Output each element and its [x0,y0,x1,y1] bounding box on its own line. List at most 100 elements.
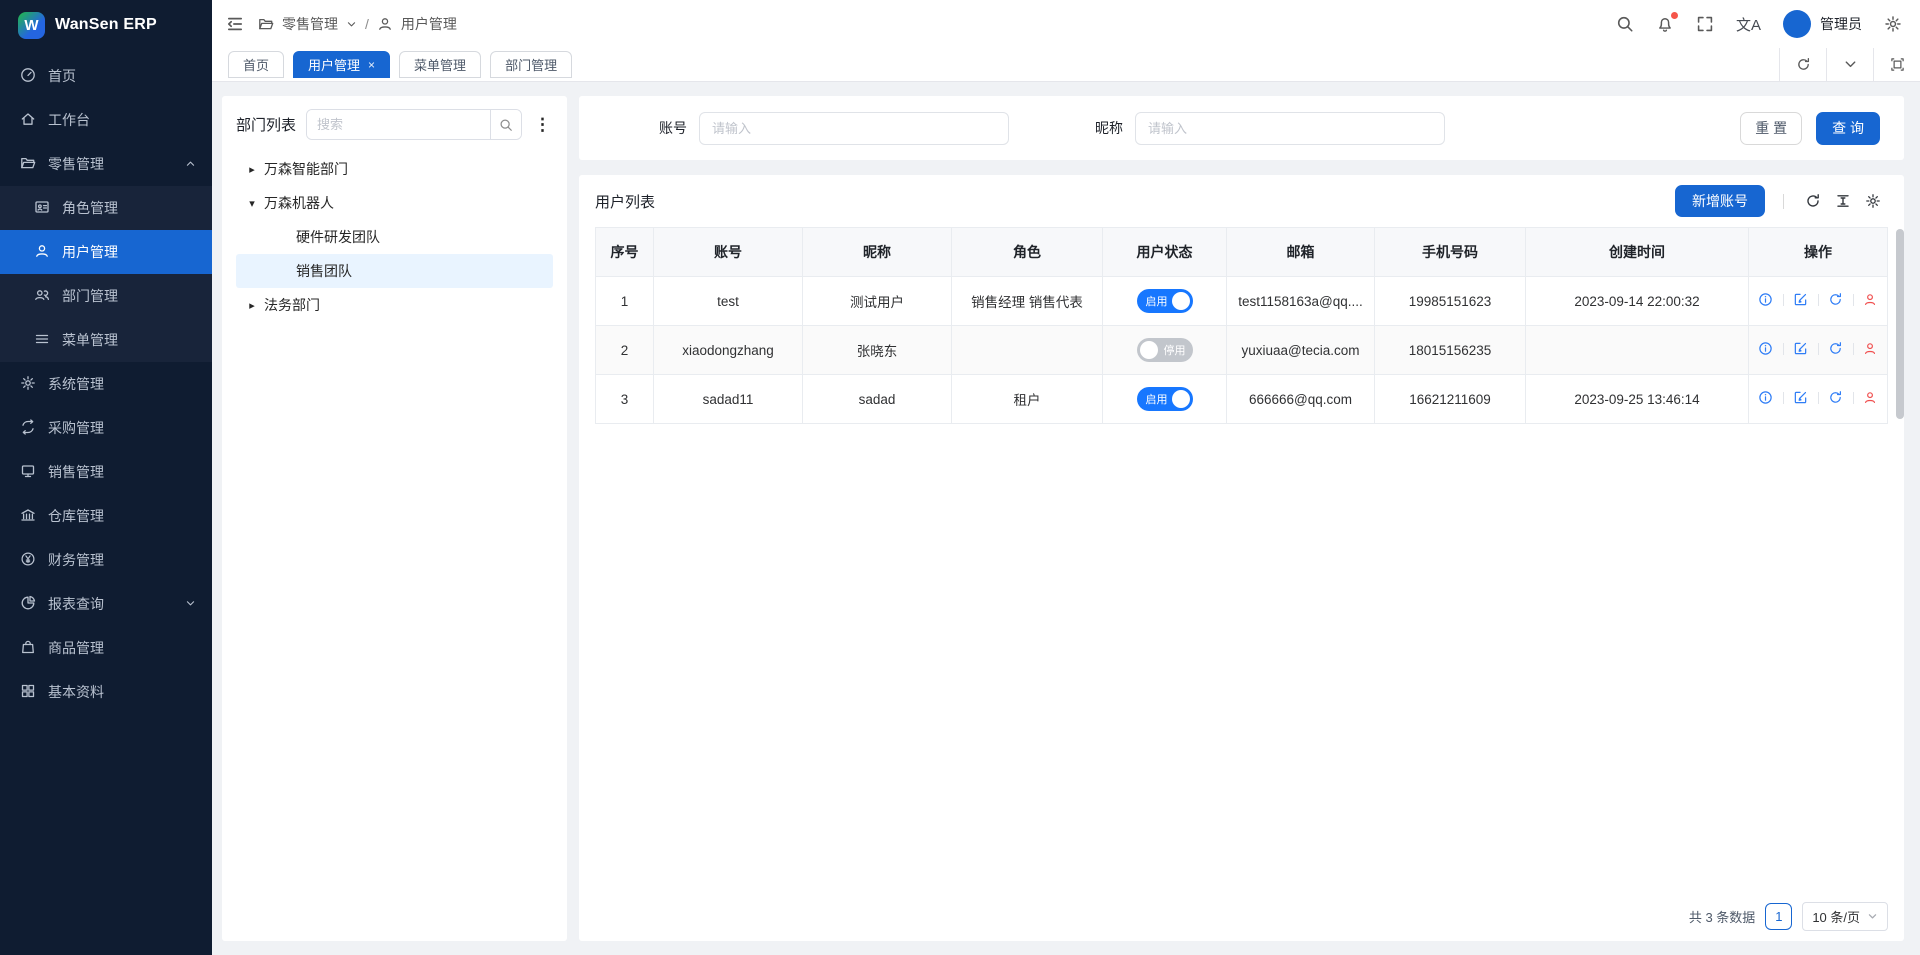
nickname-input[interactable] [1135,112,1445,145]
info-icon[interactable] [1758,292,1774,308]
sidebar-item-label: 零售管理 [48,154,104,174]
toggle-label: 启用 [1146,391,1168,407]
breadcrumb: 零售管理 / 用户管理 [258,14,457,34]
sidebar-item-workbench[interactable]: 工作台 [0,98,212,142]
cell-status: 停用 [1103,326,1227,375]
user-chip[interactable]: 管理员 [1783,10,1862,38]
edit-icon[interactable] [1793,341,1809,357]
maximize-icon[interactable] [1873,48,1920,81]
user-icon [34,243,50,262]
sidebar-item-finance-mgmt[interactable]: 财务管理 [0,538,212,582]
department-search-button[interactable] [490,110,521,139]
account-input[interactable] [699,112,1009,145]
kebab-menu-icon[interactable]: ⋮ [532,114,553,135]
tree-item[interactable]: 硬件研发团队 [236,220,553,254]
reset-password-icon[interactable] [1828,390,1844,406]
tree-expand-icon[interactable]: ▸ [242,163,262,176]
department-search [306,109,522,140]
sidebar-item-basic-data[interactable]: 基本资料 [0,670,212,714]
table-header-row: 序号 账号 昵称 角色 用户状态 邮箱 手机号码 创建时间 操作 [596,228,1888,277]
gauge-icon [20,67,36,86]
department-search-input[interactable] [307,110,490,139]
filter-actions: 重 置 查 询 [1740,112,1880,145]
tab-home[interactable]: 首页 [228,51,284,78]
notification-bell-icon[interactable] [1656,15,1674,33]
scrollbar-thumb[interactable] [1896,229,1904,419]
sidebar-item-product-mgmt[interactable]: 商品管理 [0,626,212,670]
status-toggle[interactable]: 停用 [1137,338,1193,362]
chevron-down-icon[interactable] [1826,48,1873,81]
fullscreen-icon[interactable] [1696,15,1714,33]
column-settings-gear-icon[interactable] [1858,193,1888,209]
add-account-button[interactable]: 新增账号 [1675,185,1765,217]
sidebar-item-warehouse-mgmt[interactable]: 仓库管理 [0,494,212,538]
sidebar-item-purchase-mgmt[interactable]: 采购管理 [0,406,212,450]
shop-icon [20,463,36,482]
sidebar-item-user-mgmt[interactable]: 用户管理 [0,230,212,274]
filter-field-nickname: 昵称 [1095,112,1445,145]
main-area: 零售管理 / 用户管理 文A 管理员 首页 用户管理× [212,0,1920,955]
app-title: WanSen ERP [55,16,157,34]
edit-icon[interactable] [1793,390,1809,406]
tree-item-label: 万森机器人 [264,193,334,213]
sidebar-item-label: 基本资料 [48,682,104,702]
reset-password-icon[interactable] [1828,292,1844,308]
reset-password-icon[interactable] [1828,341,1844,357]
sidebar-item-home[interactable]: 首页 [0,54,212,98]
search-button[interactable]: 查 询 [1816,112,1880,145]
refresh-icon[interactable] [1779,48,1826,81]
tab-user-mgmt[interactable]: 用户管理× [293,51,390,78]
translate-icon[interactable]: 文A [1736,14,1761,35]
sidebar-item-system-mgmt[interactable]: 系统管理 [0,362,212,406]
tree-item-label: 销售团队 [296,261,352,281]
toggle-label: 启用 [1146,293,1168,309]
breadcrumb-parent[interactable]: 零售管理 [282,14,338,34]
tree-item[interactable]: ▸ 法务部门 [236,288,553,322]
tree-expand-icon[interactable]: ▸ [242,299,262,312]
folder-icon [258,16,274,32]
delete-user-icon[interactable] [1863,292,1879,308]
close-icon[interactable]: × [368,58,375,72]
info-icon[interactable] [1758,390,1774,406]
row-height-icon[interactable] [1828,193,1858,209]
department-tree: ▸ 万森智能部门 ▾ 万森机器人 硬件研发团队 销售团队 ▸ [236,152,553,322]
info-icon[interactable] [1758,341,1774,357]
chevron-down-icon[interactable] [346,19,357,30]
sidebar-item-menu-mgmt[interactable]: 菜单管理 [0,318,212,362]
tree-item[interactable]: ▾ 万森机器人 [236,186,553,220]
tree-item[interactable]: ▸ 万森智能部门 [236,152,553,186]
collapse-sidebar-icon[interactable] [226,15,244,33]
user-list-card: 用户列表 新增账号 [579,175,1904,941]
edit-icon[interactable] [1793,292,1809,308]
sidebar-item-role-mgmt[interactable]: 角色管理 [0,186,212,230]
status-toggle[interactable]: 启用 [1137,289,1193,313]
chevron-up-icon [185,156,196,172]
settings-gear-icon[interactable] [1884,15,1902,33]
cell-account: xiaodongzhang [654,326,803,375]
sidebar-item-report-query[interactable]: 报表查询 [0,582,212,626]
delete-user-icon[interactable] [1863,341,1879,357]
sidebar-item-label: 采购管理 [48,418,104,438]
cell-actions [1749,277,1888,326]
tree-item-selected[interactable]: 销售团队 [236,254,553,288]
refresh-icon[interactable] [1798,193,1828,209]
status-toggle[interactable]: 启用 [1137,387,1193,411]
tab-dept-mgmt[interactable]: 部门管理 [490,51,572,78]
reset-button[interactable]: 重 置 [1740,112,1802,145]
delete-user-icon[interactable] [1863,390,1879,406]
idcard-icon [34,199,50,218]
cell-role: 销售经理 销售代表 [952,277,1103,326]
sidebar-item-sales-mgmt[interactable]: 销售管理 [0,450,212,494]
col-header-role: 角色 [952,228,1103,277]
tab-menu-mgmt[interactable]: 菜单管理 [399,51,481,78]
sidebar-item-retail[interactable]: 零售管理 [0,142,212,186]
sidebar-item-label: 报表查询 [48,594,104,614]
pagination: 共 3 条数据 1 10 条/页 [595,891,1888,941]
sidebar-item-dept-mgmt[interactable]: 部门管理 [0,274,212,318]
avatar[interactable] [1783,10,1811,38]
tree-collapse-icon[interactable]: ▾ [242,197,262,210]
cell-seq: 2 [596,326,654,375]
search-icon[interactable] [1616,15,1634,33]
page-size-select[interactable]: 10 条/页 [1802,902,1888,931]
page-number-button[interactable]: 1 [1765,903,1792,930]
